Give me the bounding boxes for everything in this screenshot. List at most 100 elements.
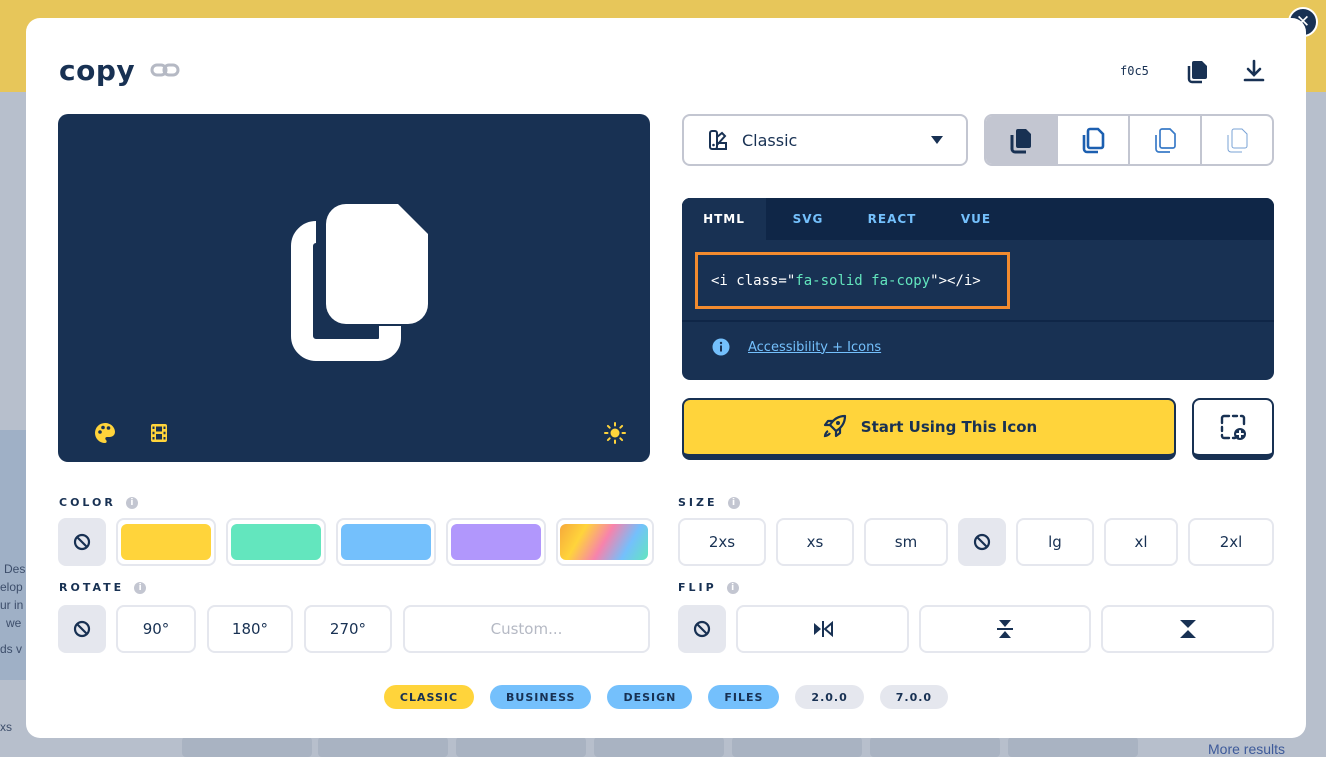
flip-both-icon xyxy=(1177,619,1198,639)
rotate-180[interactable]: 180° xyxy=(207,605,293,653)
family-variant-group xyxy=(984,114,1274,166)
code-divider xyxy=(682,320,1274,322)
color-label-text: COLOR xyxy=(59,496,116,509)
accessibility-row: Accessibility + Icons xyxy=(712,338,881,356)
swatch-fill xyxy=(341,524,431,560)
ban-icon xyxy=(73,620,91,638)
flip-horizontal-button[interactable] xyxy=(736,605,909,653)
backdrop-card xyxy=(594,737,724,757)
copy-thin-icon xyxy=(1227,128,1248,153)
swatch-fill xyxy=(121,524,211,560)
color-none-button[interactable] xyxy=(58,518,106,566)
backdrop-card xyxy=(1008,737,1138,757)
variant-thin[interactable] xyxy=(1202,116,1272,164)
flip-vertical-icon xyxy=(997,620,1013,638)
download-icon[interactable] xyxy=(1242,58,1266,84)
backdrop-card xyxy=(182,737,312,757)
flip-label-text: FLIP xyxy=(678,581,717,594)
sun-icon[interactable] xyxy=(604,422,626,444)
variant-regular[interactable] xyxy=(1058,116,1130,164)
link-icon[interactable] xyxy=(150,59,180,81)
style-select-value: Classic xyxy=(742,130,798,150)
tag-files[interactable]: FILES xyxy=(708,685,780,709)
flip-horizontal-icon xyxy=(813,620,833,638)
backdrop-card xyxy=(456,737,586,757)
style-select[interactable]: Classic xyxy=(682,114,968,166)
more-results-link[interactable]: More results xyxy=(1208,741,1285,757)
swatch-fill xyxy=(560,524,648,560)
ban-icon xyxy=(693,620,711,638)
info-icon[interactable]: i xyxy=(125,496,138,509)
backdrop-text: elop xyxy=(0,580,23,594)
info-icon[interactable]: i xyxy=(727,496,740,509)
size-none-button[interactable] xyxy=(958,518,1006,566)
tab-svg[interactable]: SVG xyxy=(766,198,850,240)
size-lg[interactable]: lg xyxy=(1016,518,1094,566)
icon-title: copy xyxy=(59,54,136,87)
swatch-fill xyxy=(231,524,321,560)
tab-html[interactable]: HTML xyxy=(682,198,766,240)
flip-none-button[interactable] xyxy=(678,605,726,653)
flip-vertical-button[interactable] xyxy=(919,605,1091,653)
info-icon[interactable]: i xyxy=(134,581,147,594)
start-using-icon-button[interactable]: Start Using This Icon xyxy=(682,398,1176,460)
code-snippet[interactable]: <i class= " fa-solid fa-copy " ></i> xyxy=(695,252,1010,309)
start-button-label: Start Using This Icon xyxy=(860,418,1038,436)
color-label: COLOR i xyxy=(59,496,138,509)
tag-business[interactable]: BUSINESS xyxy=(490,685,592,709)
info-icon xyxy=(712,338,730,356)
rotate-custom-input[interactable]: Custom... xyxy=(403,605,650,653)
copy-light-icon xyxy=(1155,128,1176,153)
size-xl[interactable]: xl xyxy=(1104,518,1178,566)
size-2xl[interactable]: 2xl xyxy=(1188,518,1274,566)
variant-solid[interactable] xyxy=(986,116,1058,164)
code-tag-open: <i class= xyxy=(711,272,787,289)
tag-version-added: 2.0.0 xyxy=(795,685,864,709)
copy-solid-icon xyxy=(1010,129,1031,154)
tag-classic[interactable]: CLASSIC xyxy=(383,685,475,709)
ban-icon xyxy=(73,533,91,551)
size-2xs[interactable]: 2xs xyxy=(678,518,766,566)
copy-icon xyxy=(291,204,428,361)
variant-light[interactable] xyxy=(1130,116,1202,164)
backdrop-card xyxy=(732,737,862,757)
unicode-value[interactable]: f0c5 xyxy=(1120,64,1149,78)
backdrop-text: ds v xyxy=(0,642,23,656)
rotate-label-text: ROTATE xyxy=(59,581,125,594)
backdrop-text: ur in xyxy=(0,598,24,612)
swatch-fill xyxy=(451,524,541,560)
film-icon[interactable] xyxy=(148,422,170,444)
caret-down-icon xyxy=(931,136,943,144)
backdrop-text: Des xyxy=(4,562,26,576)
rocket-icon xyxy=(823,414,846,438)
add-to-kit-button[interactable] xyxy=(1192,398,1274,460)
rotate-270[interactable]: 270° xyxy=(304,605,392,653)
tag-version-updated: 7.0.0 xyxy=(879,685,949,709)
backdrop-text: xs xyxy=(0,720,12,734)
swatchbook-icon xyxy=(709,130,727,150)
tag-design[interactable]: DESIGN xyxy=(607,685,693,709)
tab-react[interactable]: REACT xyxy=(850,198,934,240)
accessibility-link[interactable]: Accessibility + Icons xyxy=(748,340,881,355)
tag-list: CLASSIC BUSINESS DESIGN FILES 2.0.0 7.0.… xyxy=(26,685,1306,709)
rotate-none-button[interactable] xyxy=(58,605,106,653)
palette-icon[interactable] xyxy=(94,422,116,444)
rotate-90[interactable]: 90° xyxy=(116,605,196,653)
copy-icon[interactable] xyxy=(1186,58,1210,84)
code-quote: " xyxy=(786,272,796,289)
code-tabs: HTML SVG REACT VUE xyxy=(682,198,1274,240)
code-class-string: fa-solid fa-copy xyxy=(795,272,931,289)
tab-vue[interactable]: VUE xyxy=(934,198,1018,240)
size-label-text: SIZE xyxy=(678,496,718,509)
flip-label: FLIP i xyxy=(678,581,739,594)
square-plus-icon xyxy=(1220,414,1246,440)
info-icon[interactable]: i xyxy=(726,581,739,594)
code-tag-close: ></i> xyxy=(938,272,981,289)
icon-preview xyxy=(58,114,650,462)
size-xs[interactable]: xs xyxy=(776,518,854,566)
icon-detail-modal: copy f0c5 Classic HTML SVG REACT VUE <i … xyxy=(26,18,1306,738)
size-label: SIZE i xyxy=(678,496,740,509)
size-sm[interactable]: sm xyxy=(864,518,948,566)
flip-both-button[interactable] xyxy=(1101,605,1274,653)
copy-regular-icon xyxy=(1082,127,1105,154)
